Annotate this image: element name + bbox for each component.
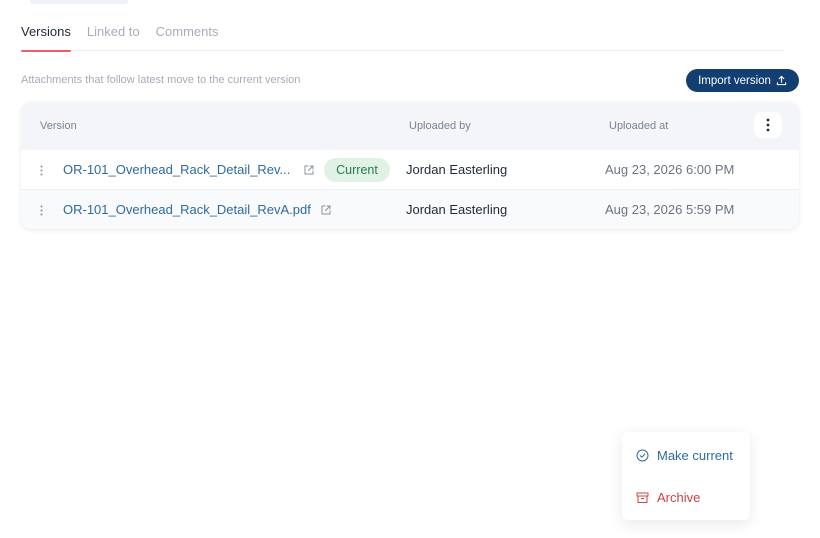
version-file-link[interactable]: OR-101_Overhead_Rack_Detail_RevA.pdf bbox=[63, 202, 311, 217]
tab-comments[interactable]: Comments bbox=[156, 20, 219, 51]
current-status-badge: Current bbox=[324, 158, 390, 182]
table-row: OR-101_Overhead_Rack_Detail_RevA.pdf Jor… bbox=[21, 190, 799, 229]
table-row: OR-101_Overhead_Rack_Detail_Rev... Curre… bbox=[21, 150, 799, 190]
tab-linked-to[interactable]: Linked to bbox=[87, 20, 140, 51]
import-version-button[interactable]: Import version bbox=[686, 69, 799, 92]
more-vertical-icon bbox=[40, 205, 42, 215]
uploaded-by-cell: Jordan Easterling bbox=[406, 202, 508, 217]
tab-versions[interactable]: Versions bbox=[21, 20, 71, 52]
row-context-menu: Make current Archive bbox=[622, 432, 750, 520]
check-circle-icon bbox=[636, 449, 649, 461]
tab-bar: Versions Linked to Comments bbox=[21, 20, 785, 52]
archive-menu-item[interactable]: Archive bbox=[636, 487, 700, 507]
archive-label: Archive bbox=[657, 489, 701, 505]
version-file-link[interactable]: OR-101_Overhead_Rack_Detail_Rev... bbox=[63, 162, 290, 177]
upload-icon bbox=[776, 75, 787, 86]
header-uploaded-by: Uploaded by bbox=[409, 120, 471, 132]
open-external-icon[interactable] bbox=[320, 203, 332, 215]
more-vertical-icon bbox=[40, 165, 42, 175]
more-vertical-icon bbox=[766, 118, 770, 132]
header-version: Version bbox=[40, 120, 77, 132]
make-current-menu-item[interactable]: Make current bbox=[636, 445, 733, 465]
table-more-options-button[interactable] bbox=[754, 112, 782, 138]
uploaded-by-cell: Jordan Easterling bbox=[406, 162, 508, 177]
import-version-label: Import version bbox=[698, 74, 771, 87]
table-header: Version Uploaded by Uploaded at bbox=[21, 102, 799, 150]
uploaded-at-cell: Aug 23, 2026 5:59 PM bbox=[605, 202, 735, 217]
top-bar-stub bbox=[30, 0, 128, 4]
versions-table: Version Uploaded by Uploaded at OR-101_O… bbox=[21, 102, 799, 229]
header-uploaded-at: Uploaded at bbox=[609, 120, 669, 132]
make-current-label: Make current bbox=[657, 447, 733, 463]
uploaded-at-cell: Aug 23, 2026 6:00 PM bbox=[605, 162, 735, 177]
versions-hint-text: Attachments that follow latest move to t… bbox=[21, 74, 301, 86]
open-external-icon[interactable] bbox=[303, 163, 315, 175]
archive-box-icon bbox=[636, 492, 649, 503]
row-menu-handle[interactable] bbox=[38, 203, 44, 217]
row-menu-handle[interactable] bbox=[38, 163, 44, 177]
